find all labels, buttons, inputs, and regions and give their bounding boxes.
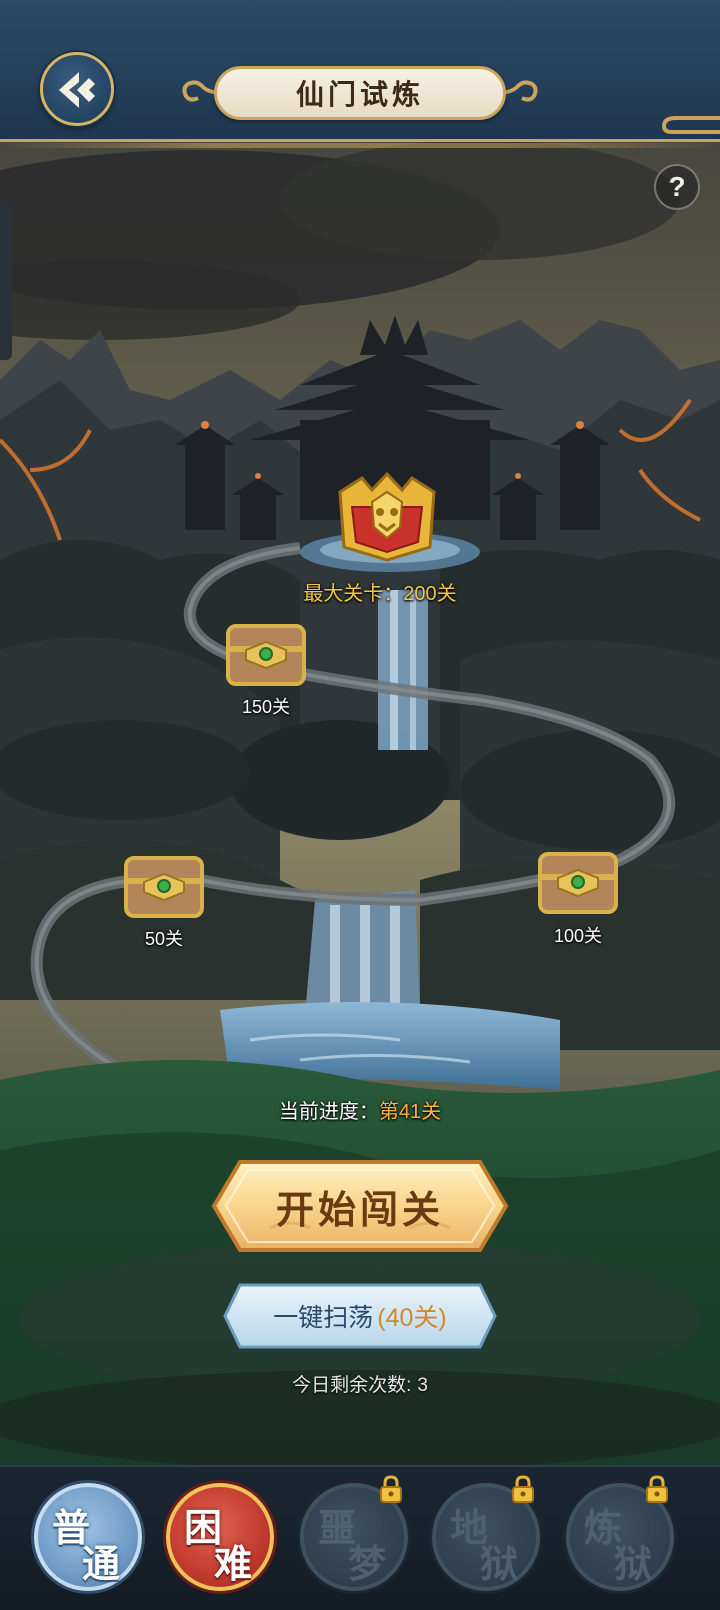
side-drawer-handle[interactable] xyxy=(0,200,12,360)
sweep-level-count: (40关) xyxy=(377,1304,447,1332)
start-button-label: 开始闯关 xyxy=(275,1186,444,1232)
max-level-label: 最大关卡：200关 xyxy=(303,583,457,605)
tab-nightmare[interactable]: 噩 梦 xyxy=(300,1475,408,1591)
current-progress: 当前进度：第41关 xyxy=(200,1095,520,1124)
remaining-label: 今日剩余次数: xyxy=(292,1375,412,1396)
remaining-value: 3 xyxy=(417,1375,428,1396)
golden-treasure-chest-icon[interactable] xyxy=(332,472,442,562)
lock-icon xyxy=(380,1475,402,1503)
back-arrow-icon xyxy=(59,72,95,108)
tab-hell[interactable]: 地 狱 xyxy=(432,1475,540,1591)
help-icon: ? xyxy=(668,171,686,202)
tab-purgatory[interactable]: 炼 狱 xyxy=(566,1475,674,1591)
tab-hard-char-2: 难 xyxy=(214,1541,253,1586)
difficulty-tab-bar: 普 通 困 难 噩 梦 地 狱 炼 狱 xyxy=(0,1465,720,1610)
lock-icon xyxy=(646,1475,668,1503)
page-title-plate: 仙门试炼 xyxy=(214,66,506,120)
tab-hell-char-2: 狱 xyxy=(480,1541,519,1586)
treasure-chest-50[interactable] xyxy=(122,852,206,922)
page-title: 仙门试炼 xyxy=(295,78,424,111)
sweep-button-label: 一键扫荡 (40关) xyxy=(222,1282,498,1350)
chest-label-150: 150关 xyxy=(241,697,291,717)
tab-purgatory-char-2: 狱 xyxy=(614,1541,653,1586)
chest-label-100: 100关 xyxy=(553,926,603,946)
tab-normal[interactable]: 普 通 xyxy=(34,1483,142,1591)
remaining-attempts: 今日剩余次数: 3 xyxy=(200,1370,520,1397)
header-corner-ornament xyxy=(661,116,720,134)
tab-nightmare-char-2: 梦 xyxy=(348,1541,387,1586)
treasure-chest-100[interactable] xyxy=(536,848,620,918)
treasure-chest-150[interactable] xyxy=(224,620,308,690)
progress-value: 第41关 xyxy=(378,1101,442,1123)
quick-sweep-button[interactable]: 一键扫荡 (40关) xyxy=(222,1282,498,1350)
help-button[interactable]: ? xyxy=(654,164,700,210)
chest-label-50: 50关 xyxy=(144,929,184,949)
top-header-bar: 仙门试炼 xyxy=(0,0,720,148)
sweep-label-text: 一键扫荡 xyxy=(273,1304,374,1332)
tab-hard[interactable]: 困 难 xyxy=(166,1483,274,1591)
back-button[interactable] xyxy=(40,52,114,126)
tab-normal-char-2: 通 xyxy=(82,1541,121,1586)
lock-icon xyxy=(512,1475,534,1503)
start-challenge-button[interactable]: 开始闯关 xyxy=(210,1158,510,1254)
progress-prefix: 当前进度： xyxy=(278,1101,379,1123)
